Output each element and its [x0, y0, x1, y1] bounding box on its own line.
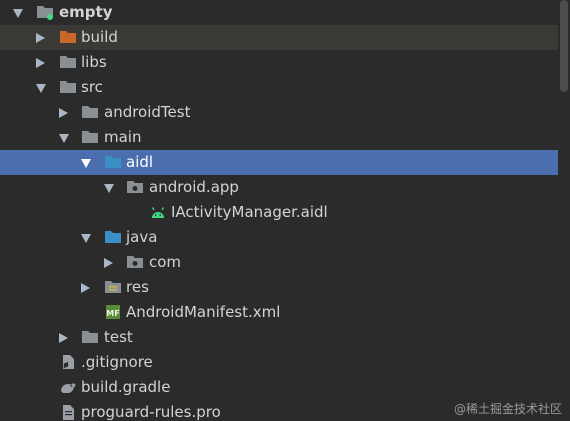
chevron-right-icon[interactable]: [36, 57, 45, 68]
chevron-down-icon[interactable]: [13, 8, 23, 18]
tree-row-manifest[interactable]: MF AndroidManifest.xml: [0, 300, 560, 325]
chevron-right-icon[interactable]: [59, 332, 68, 343]
tree-row-main[interactable]: main: [0, 125, 560, 150]
resource-folder-icon: [105, 281, 121, 293]
tree-row-build[interactable]: build: [0, 25, 560, 50]
tree-row-gitignore[interactable]: .gitignore: [0, 350, 560, 375]
tree-row-empty[interactable]: empty: [0, 0, 560, 25]
folder-icon: [60, 56, 76, 68]
tree-label: IActivityManager.aidl: [171, 203, 328, 221]
text-file-icon: [63, 405, 74, 420]
tree-label: com: [149, 253, 182, 271]
chevron-right-icon[interactable]: [36, 32, 45, 43]
tree-label: proguard-rules.pro: [81, 403, 221, 421]
tree-label: res: [126, 278, 149, 296]
package-folder-icon: [127, 256, 143, 268]
svg-text:MF: MF: [106, 309, 119, 318]
vertical-scrollbar[interactable]: [558, 0, 570, 421]
tree-row-com[interactable]: com: [0, 250, 560, 275]
tree-label: androidTest: [104, 103, 191, 121]
source-folder-icon: [105, 156, 121, 168]
module-folder-icon: [37, 6, 53, 20]
scrollbar-thumb[interactable]: [560, 0, 568, 92]
manifest-icon: MF: [106, 305, 120, 319]
tree-label: android.app: [149, 178, 239, 196]
chevron-down-icon[interactable]: [81, 158, 91, 168]
tree-row-res[interactable]: res: [0, 275, 560, 300]
tree-label: empty: [59, 3, 113, 21]
tree-label: .gitignore: [81, 353, 153, 371]
watermark: @稀土掘金技术社区: [453, 402, 562, 416]
chevron-right-icon[interactable]: [104, 257, 113, 268]
folder-icon: [82, 131, 98, 143]
folder-icon: [60, 31, 76, 43]
chevron-down-icon[interactable]: [36, 83, 46, 93]
source-folder-icon: [105, 231, 121, 243]
tree-row-test[interactable]: test: [0, 325, 560, 350]
tree-label: libs: [81, 53, 107, 71]
folder-icon: [82, 331, 98, 343]
tree-label: build.gradle: [81, 378, 171, 396]
tree-row-aidl[interactable]: aidl: [0, 150, 560, 175]
tree-row-androidtest[interactable]: androidTest: [0, 100, 560, 125]
tree-label: java: [126, 228, 158, 246]
tree-label: main: [104, 128, 142, 146]
chevron-down-icon[interactable]: [104, 183, 114, 193]
project-tree: empty build libs src androidTest main ai…: [0, 0, 560, 421]
tree-label: src: [81, 78, 103, 96]
tree-row-libs[interactable]: libs: [0, 50, 560, 75]
gitignore-icon: [63, 355, 74, 369]
chevron-down-icon[interactable]: [81, 233, 91, 243]
tree-row-java[interactable]: java: [0, 225, 560, 250]
chevron-right-icon[interactable]: [81, 282, 90, 293]
gradle-icon: [61, 383, 76, 393]
tree-label: build: [81, 28, 118, 46]
tree-row-android-app[interactable]: android.app: [0, 175, 560, 200]
tree-row-iactivitymanager[interactable]: IActivityManager.aidl: [0, 200, 560, 225]
tree-row-build-gradle[interactable]: build.gradle: [0, 375, 560, 400]
android-icon: [151, 207, 165, 218]
tree-label: AndroidManifest.xml: [126, 303, 281, 321]
chevron-right-icon[interactable]: [59, 107, 68, 118]
folder-icon: [82, 106, 98, 118]
tree-label: test: [104, 328, 133, 346]
tree-row-src[interactable]: src: [0, 75, 560, 100]
package-folder-icon: [127, 181, 143, 193]
folder-icon: [60, 81, 76, 93]
chevron-down-icon[interactable]: [59, 133, 69, 143]
tree-label: aidl: [126, 153, 154, 171]
